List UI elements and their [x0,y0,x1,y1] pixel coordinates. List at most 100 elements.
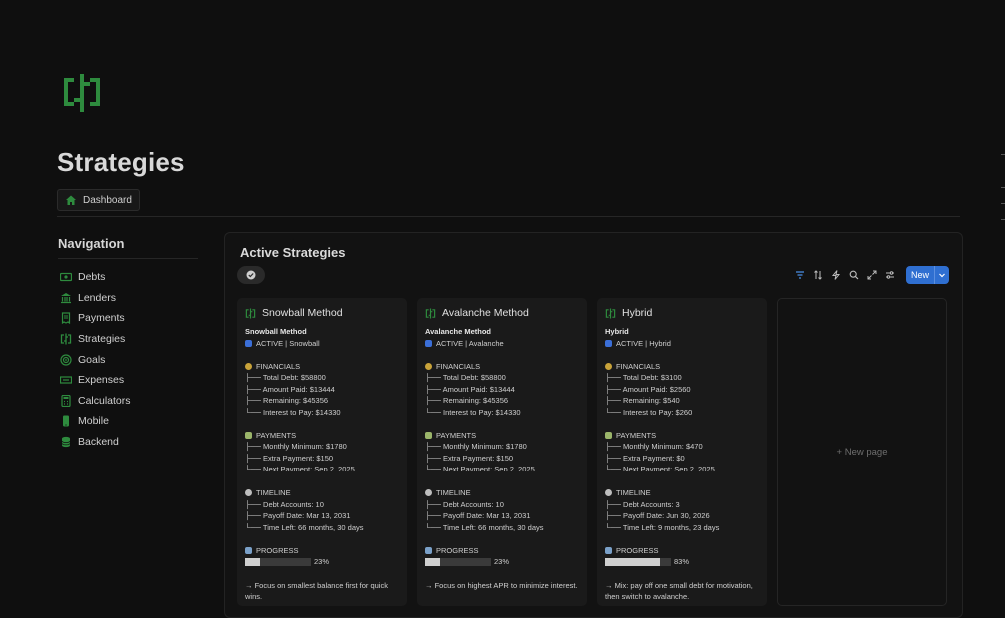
progress-row: 23% [425,556,579,568]
strategy-name: Avalanche Method [425,327,491,336]
nav-item-label: Debts [78,271,106,284]
nav-item-mobile[interactable]: Mobile [58,411,198,432]
nav-item-payments[interactable]: Payments [58,308,198,329]
new-page-button[interactable]: + New page [777,298,947,606]
chevron-down-icon[interactable] [934,266,949,284]
strategy-icon [425,307,436,319]
strategy-card[interactable]: Snowball Method Snowball Method ACTIVE |… [237,298,407,606]
timeline-heading: TIMELINE [605,487,759,499]
progress-fill [425,557,441,566]
section-label: FINANCIALS [256,361,301,371]
section-label: PROGRESS [256,545,299,555]
total-debt: ├── Total Debt: $58800 [425,373,506,382]
status-text: ACTIVE | Hybrid [616,338,671,348]
receipt-icon [61,312,71,325]
money-wings-icon [605,431,612,439]
section-label: FINANCIALS [616,361,661,371]
search-icon[interactable] [848,269,860,281]
extra-payment: ├── Extra Payment: $150 [425,453,514,463]
progress-fill [605,557,660,566]
time-left: └── Time Left: 66 months, 30 days [425,522,544,532]
settings-icon[interactable] [884,269,896,281]
bolt-icon[interactable] [830,269,842,281]
board-toolbar: New [794,266,949,284]
progress-heading: PROGRESS [425,545,579,557]
stopwatch-icon [245,489,252,497]
calculator-icon [61,394,71,407]
nav-item-label: Lenders [78,291,116,304]
nav-item-label: Goals [78,353,106,366]
card-title: Hybrid [605,306,759,320]
nav-item-label: Payments [78,312,125,325]
scroll-marker [1001,154,1005,155]
financials-heading: FINANCIALS [245,361,399,373]
strategy-icon [245,307,256,319]
time-left: └── Time Left: 9 months, 23 days [605,522,720,532]
filter-icon[interactable] [794,269,806,281]
board-title: Active Strategies [240,245,346,260]
progress-percent: 23% [494,557,510,566]
strategy-card[interactable]: Hybrid Hybrid ACTIVE | Hybrid FINANCIALS… [597,298,767,606]
remaining: ├── Remaining: $45356 [245,396,329,405]
active-strategies-board: Active Strategies New Snowball Method Sn… [224,232,963,618]
progress-row: 23% [245,556,399,568]
monthly-minimum: ├── Monthly Minimum: $1780 [425,442,527,451]
next-payment: └── Next Payment: Sep 2, 2025 [605,465,715,471]
section-label: PAYMENTS [256,430,297,440]
total-debt: ├── Total Debt: $58800 [245,373,326,382]
home-icon [66,195,76,205]
play-icon [245,339,252,347]
progress-heading: PROGRESS [605,545,759,557]
nav-item-label: Backend [78,436,119,449]
debt-accounts: ├── Debt Accounts: 10 [425,499,504,509]
money-icon [60,273,72,282]
card-title: Snowball Method [245,306,399,320]
status-line: ACTIVE | Avalanche [425,338,579,350]
nav-item-calculators[interactable]: Calculators [58,391,198,412]
nav-item-strategies[interactable]: Strategies [58,329,198,350]
strategy-logo-icon [64,74,100,112]
money-wings-icon [425,431,432,439]
section-label: PAYMENTS [436,430,477,440]
status-text: ACTIVE | Snowball [256,338,320,348]
interest-to-pay: └── Interest to Pay: $260 [605,407,693,417]
amount-paid: ├── Amount Paid: $13444 [245,384,335,394]
progress-bar [245,557,311,566]
payoff-date: ├── Payoff Date: Mar 13, 2031 [425,511,531,520]
view-selector[interactable] [237,266,265,284]
nav-item-label: Strategies [78,333,126,346]
scroll-marker [1001,187,1005,188]
strategy-card[interactable]: Avalanche Method Avalanche Method ACTIVE… [417,298,587,606]
status-line: ACTIVE | Snowball [245,338,399,350]
debt-accounts: ├── Debt Accounts: 10 [245,499,324,509]
payments-heading: PAYMENTS [605,430,759,442]
section-label: PROGRESS [616,545,659,555]
timeline-heading: TIMELINE [245,487,399,499]
nav-item-debts[interactable]: Debts [58,267,198,288]
card-title: Avalanche Method [425,306,579,320]
nav-item-label: Expenses [78,374,125,387]
payoff-date: ├── Payoff Date: Mar 13, 2031 [245,511,351,520]
payoff-date: ├── Payoff Date: Jun 30, 2026 [605,511,710,520]
progress-percent: 83% [674,557,690,566]
section-label: PAYMENTS [616,430,657,440]
card-title-text: Avalanche Method [442,307,529,319]
progress-percent: 23% [314,557,330,566]
nav-item-lenders[interactable]: Lenders [58,288,198,309]
breadcrumb-dashboard[interactable]: Dashboard [57,189,140,211]
nav-item-backend[interactable]: Backend [58,432,198,453]
stopwatch-icon [425,489,432,497]
progress-row: 83% [605,556,759,568]
interest-to-pay: └── Interest to Pay: $14330 [245,407,341,417]
sort-icon[interactable] [812,269,824,281]
progress-bar [425,557,491,566]
expand-icon[interactable] [866,269,878,281]
nav-item-label: Calculators [78,394,131,407]
nav-item-goals[interactable]: Goals [58,349,198,370]
play-icon [425,339,432,347]
new-button[interactable]: New [905,266,949,284]
section-label: TIMELINE [256,488,291,497]
nav-item-label: Mobile [78,415,109,428]
nav-item-expenses[interactable]: Expenses [58,370,198,391]
phone-icon [63,415,69,427]
